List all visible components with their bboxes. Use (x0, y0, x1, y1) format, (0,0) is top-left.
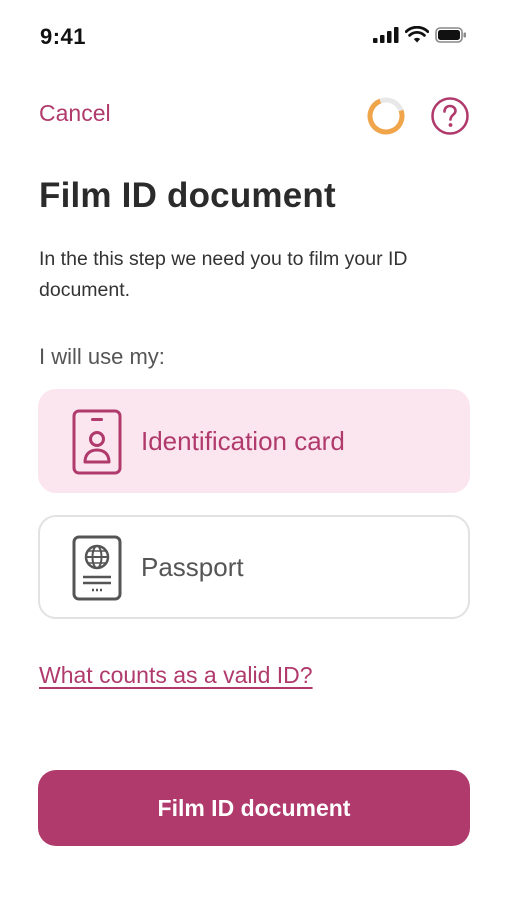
passport-icon (72, 535, 122, 601)
progress-ring-icon (367, 97, 405, 135)
valid-id-help-link[interactable]: What counts as a valid ID? (39, 662, 313, 689)
document-choice-label: I will use my: (39, 344, 165, 369)
option-label: Passport (141, 552, 244, 582)
wifi-icon (405, 26, 429, 43)
film-id-document-button[interactable]: Film ID document (38, 770, 470, 846)
page-title: Film ID document (39, 176, 336, 215)
signal-icon (373, 27, 399, 43)
status-time: 9:41 (40, 24, 87, 49)
status-icons (373, 26, 467, 44)
cancel-button[interactable]: Cancel (39, 100, 111, 127)
help-question-icon[interactable] (430, 96, 470, 136)
status-bar: 9:41 (0, 0, 507, 70)
battery-icon (435, 27, 466, 43)
option-identification-card[interactable]: Identification card (38, 389, 470, 493)
intro-text: In the this step we need you to film you… (39, 248, 408, 301)
id-card-icon (72, 409, 122, 475)
option-passport[interactable]: Passport (38, 515, 470, 619)
option-label: Identification card (141, 426, 345, 456)
top-nav: Cancel (0, 88, 507, 144)
